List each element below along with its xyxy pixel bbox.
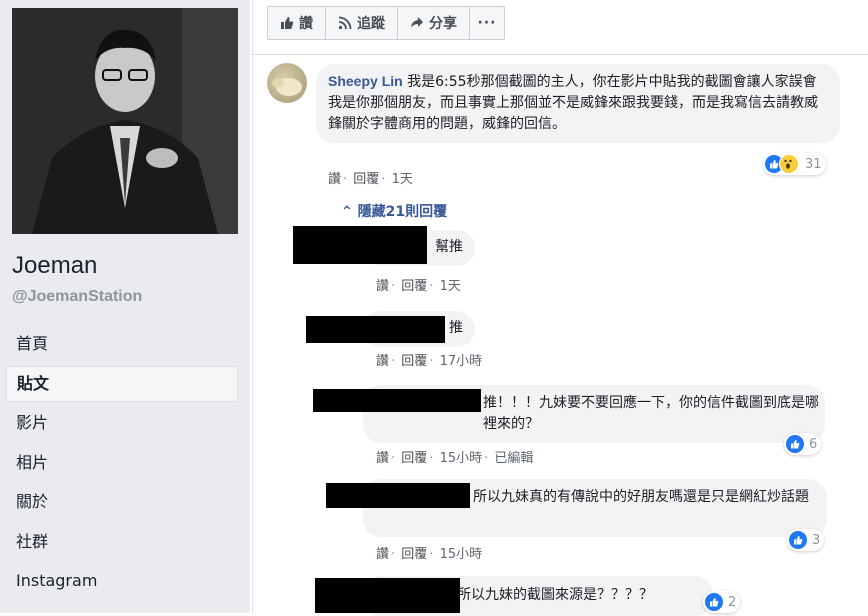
reply-text: 推！！！九妹要不要回應一下，你的信件截圖到底是哪裡來的？ bbox=[483, 395, 819, 432]
follow-button[interactable]: 追蹤 bbox=[325, 6, 398, 40]
redacted-name-block bbox=[313, 389, 481, 412]
like-reaction-icon bbox=[705, 593, 723, 611]
nav-item-community[interactable]: 社群 bbox=[6, 524, 238, 560]
reaction-count: 6 bbox=[809, 436, 818, 452]
nav-item-videos[interactable]: 影片 bbox=[6, 405, 238, 441]
reaction-count: 3 bbox=[812, 532, 821, 548]
reply-text: 所以九妹真的有傳說中的好朋友嗎還是只是網紅炒話題 bbox=[473, 489, 809, 505]
follow-label: 追蹤 bbox=[357, 16, 385, 32]
like-link[interactable]: 讚 bbox=[376, 451, 389, 466]
reply-link[interactable]: 回覆 bbox=[401, 354, 427, 369]
comments-panel: 讚 追蹤 分享 ··· Sheepy Lin 我是6:55秒那個截圖的主人，你在… bbox=[252, 0, 868, 616]
timestamp[interactable]: 1天 bbox=[440, 279, 461, 294]
share-label: 分享 bbox=[429, 16, 457, 32]
like-link[interactable]: 讚 bbox=[376, 279, 389, 294]
reply-meta: 讚 · 回覆 · 1天 bbox=[376, 279, 461, 294]
person-silhouette-icon bbox=[12, 8, 238, 234]
comment-meta: 讚 · 回覆 · 1天 bbox=[328, 172, 413, 187]
like-link[interactable]: 讚 bbox=[328, 172, 341, 187]
reply-link[interactable]: 回覆 bbox=[353, 172, 379, 187]
reply-link[interactable]: 回覆 bbox=[401, 279, 427, 294]
reaction-summary[interactable]: 31 bbox=[763, 153, 826, 175]
reply-text: 幫推 bbox=[435, 239, 463, 255]
like-reaction-icon bbox=[786, 435, 804, 453]
nav-item-instagram[interactable]: Instagram bbox=[6, 563, 238, 599]
chevron-up-icon: ⌃ bbox=[341, 204, 353, 220]
sheep-avatar-icon bbox=[272, 78, 302, 96]
page-nav: 首頁 貼文 影片 相片 關於 社群 Instagram bbox=[6, 326, 238, 603]
reaction-count: 2 bbox=[728, 594, 737, 610]
like-page-button[interactable]: 讚 bbox=[267, 6, 326, 40]
rss-icon bbox=[338, 16, 352, 30]
nav-item-photos[interactable]: 相片 bbox=[6, 445, 238, 481]
nav-item-about[interactable]: 關於 bbox=[6, 484, 238, 520]
comment-author[interactable]: Sheepy Lin bbox=[328, 73, 403, 89]
page-sidebar: Joeman @JoemanStation 首頁 貼文 影片 相片 關於 社群 … bbox=[0, 0, 250, 613]
share-arrow-icon bbox=[411, 17, 423, 28]
divider bbox=[253, 54, 868, 55]
hidden-replies-label: 隱藏21則回覆 bbox=[357, 204, 448, 220]
like-link[interactable]: 讚 bbox=[376, 547, 389, 562]
reply-text: 所以九妹的截圖來源是？？？？ bbox=[457, 587, 653, 603]
edited-label[interactable]: 已編輯 bbox=[494, 451, 533, 466]
reply-link[interactable]: 回覆 bbox=[401, 547, 427, 562]
reply-text: 推 bbox=[449, 320, 463, 336]
reaction-summary[interactable]: 2 bbox=[703, 591, 741, 613]
reaction-count: 31 bbox=[805, 156, 822, 172]
thumbs-up-icon bbox=[281, 17, 294, 29]
timestamp[interactable]: 17小時 bbox=[440, 354, 483, 369]
redacted-name-block bbox=[293, 226, 427, 264]
more-options-button[interactable]: ··· bbox=[469, 6, 505, 40]
redacted-name-block bbox=[326, 483, 470, 508]
share-button[interactable]: 分享 bbox=[397, 6, 470, 40]
reaction-summary[interactable]: 6 bbox=[784, 433, 822, 455]
timestamp[interactable]: 15小時 bbox=[440, 451, 483, 466]
page-handle[interactable]: @JoemanStation bbox=[12, 288, 142, 306]
show-hidden-replies-link[interactable]: ⌃ 隱藏21則回覆 bbox=[341, 201, 447, 221]
redacted-name-block bbox=[306, 316, 445, 343]
like-link[interactable]: 讚 bbox=[376, 354, 389, 369]
avatar[interactable] bbox=[267, 63, 307, 103]
redacted-name-block bbox=[315, 578, 460, 613]
like-page-label: 讚 bbox=[299, 16, 313, 32]
page-name[interactable]: Joeman bbox=[12, 252, 97, 280]
reply-meta: 讚 · 回覆 · 17小時 bbox=[376, 354, 483, 369]
timestamp[interactable]: 15小時 bbox=[440, 547, 483, 562]
nav-item-posts[interactable]: 貼文 bbox=[6, 365, 238, 402]
wow-reaction-icon bbox=[779, 154, 799, 174]
page-action-bar: 讚 追蹤 分享 ··· bbox=[267, 6, 505, 40]
reply-link[interactable]: 回覆 bbox=[401, 451, 427, 466]
reply-meta: 讚 · 回覆 · 15小時 bbox=[376, 547, 483, 562]
timestamp[interactable]: 1天 bbox=[392, 172, 413, 187]
reply-meta: 讚 · 回覆 · 15小時 · 已編輯 bbox=[376, 451, 534, 466]
reaction-summary[interactable]: 3 bbox=[787, 529, 825, 551]
profile-photo[interactable] bbox=[12, 8, 238, 234]
like-reaction-icon bbox=[789, 531, 807, 549]
comment-bubble: Sheepy Lin 我是6:55秒那個截圖的主人，你在影片中貼我的截圖會讓人家… bbox=[316, 64, 840, 143]
nav-item-home[interactable]: 首頁 bbox=[6, 326, 238, 362]
